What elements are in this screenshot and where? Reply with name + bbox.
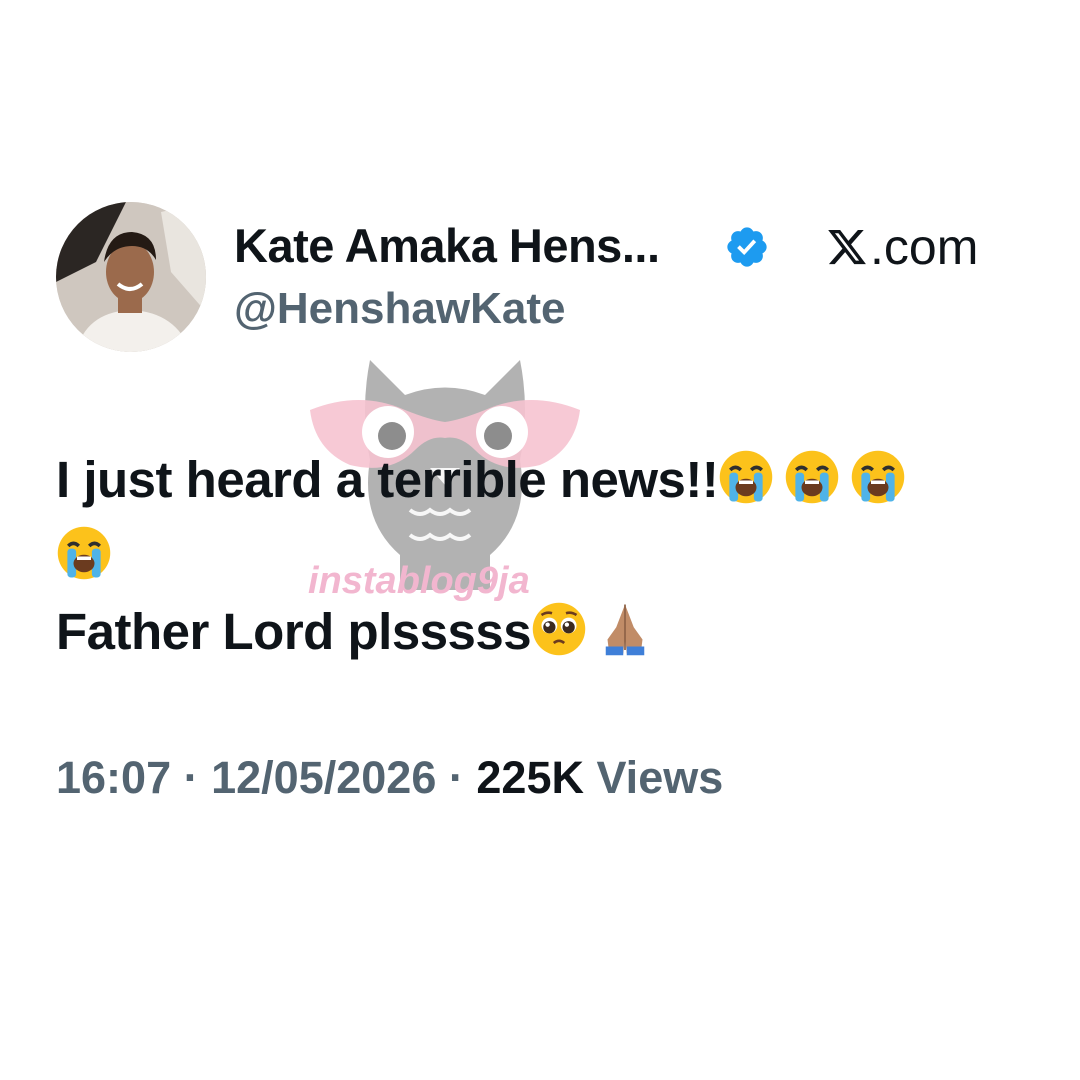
x-com-brand: .com [826,218,978,276]
tweet-line-2-text: Father Lord plsssss [56,603,532,660]
verified-badge-icon [727,227,767,267]
profile-photo [56,202,206,352]
pleading-face-emoji [532,602,586,656]
tweet-time[interactable]: 16:07 [56,752,171,803]
loudly-crying-face-emoji [720,450,773,504]
brand-label: .com [870,219,979,275]
tweet-line-1-wrap [56,518,1046,594]
folded-hands-emoji [605,604,645,656]
x-logo-icon [828,229,866,265]
views-count[interactable]: 225K [476,752,584,803]
loudly-crying-face-emoji [786,450,839,504]
avatar[interactable] [56,202,206,352]
meta-separator: · [448,752,464,803]
tweet-line-2: Father Lord plsssss [56,594,1046,670]
tweet-line-1: I just heard a terrible news!! [56,442,1046,518]
loudly-crying-face-emoji [57,526,111,580]
tweet-date[interactable]: 12/05/2026 [211,752,436,803]
tweet-card: Kate Amaka Hens... .com @HenshawKate ins… [0,0,1080,1080]
meta-separator: · [183,752,199,803]
tweet-meta: 16:07 · 12/05/2026 · 225K Views [56,752,723,804]
tweet-text: I just heard a terrible news!! Father Lo… [56,442,1046,670]
loudly-crying-face-emoji [852,450,905,504]
display-name[interactable]: Kate Amaka Hens... [234,218,660,273]
tweet-line-1-text: I just heard a terrible news!! [56,451,719,508]
user-handle[interactable]: @HenshawKate [234,284,565,334]
views-label[interactable]: Views [596,752,723,803]
